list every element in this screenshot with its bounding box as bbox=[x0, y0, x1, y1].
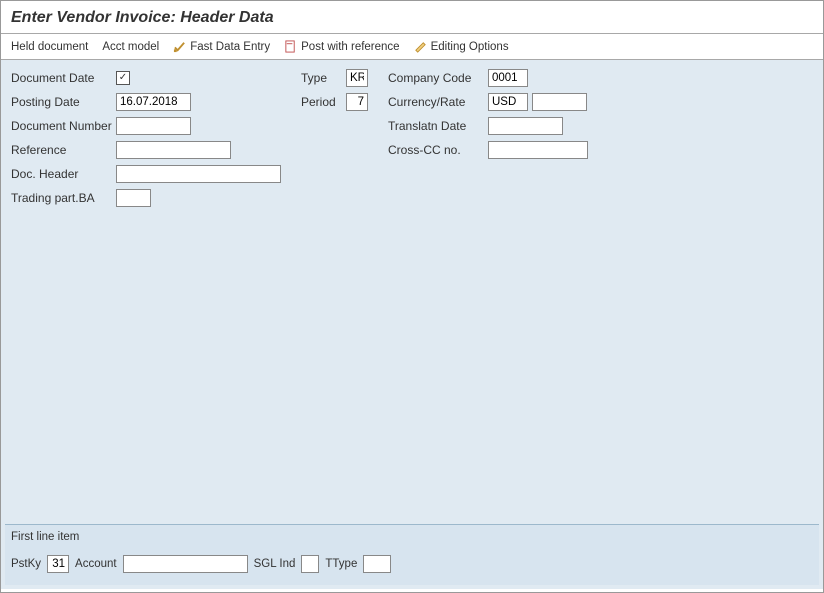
type-label: Type bbox=[301, 71, 346, 85]
company-code-input[interactable] bbox=[488, 69, 528, 87]
pstky-label: PstKy bbox=[11, 558, 41, 570]
post-with-reference-button[interactable]: Post with reference bbox=[284, 40, 399, 53]
account-label: Account bbox=[75, 558, 117, 570]
pstky-input[interactable] bbox=[47, 555, 69, 573]
pencil-check-icon bbox=[173, 40, 186, 53]
period-label: Period bbox=[301, 95, 346, 109]
type-input[interactable] bbox=[346, 69, 368, 87]
first-line-item-title: First line item bbox=[11, 529, 813, 549]
sgl-ind-input[interactable] bbox=[301, 555, 319, 573]
doc-header-label: Doc. Header bbox=[11, 167, 116, 181]
document-icon bbox=[284, 40, 297, 53]
trading-part-ba-input[interactable] bbox=[116, 189, 151, 207]
doc-header-input[interactable] bbox=[116, 165, 281, 183]
cross-cc-label: Cross-CC no. bbox=[388, 143, 488, 157]
document-date-checkbox[interactable]: ✓ bbox=[116, 71, 130, 85]
ttype-input[interactable] bbox=[363, 555, 391, 573]
period-input[interactable] bbox=[346, 93, 368, 111]
post-with-reference-label: Post with reference bbox=[301, 41, 399, 53]
document-number-label: Document Number bbox=[11, 119, 116, 133]
fast-data-entry-label: Fast Data Entry bbox=[190, 41, 270, 53]
document-number-input[interactable] bbox=[116, 117, 191, 135]
first-line-item-section: First line item PstKy Account SGL Ind TT… bbox=[5, 524, 819, 585]
account-input[interactable] bbox=[123, 555, 248, 573]
posting-date-label: Posting Date bbox=[11, 95, 116, 109]
translatn-date-input[interactable] bbox=[488, 117, 563, 135]
pencil-icon bbox=[414, 40, 427, 53]
document-date-label: Document Date bbox=[11, 71, 116, 85]
currency-rate-label: Currency/Rate bbox=[388, 95, 488, 109]
translatn-date-label: Translatn Date bbox=[388, 119, 488, 133]
currency-input[interactable] bbox=[488, 93, 528, 111]
ttype-label: TType bbox=[325, 558, 357, 570]
fast-data-entry-button[interactable]: Fast Data Entry bbox=[173, 40, 270, 53]
held-document-button[interactable]: Held document bbox=[11, 41, 88, 53]
editing-options-label: Editing Options bbox=[431, 41, 509, 53]
acct-model-button[interactable]: Acct model bbox=[102, 41, 159, 53]
trading-part-ba-label: Trading part.BA bbox=[11, 191, 116, 205]
page-title: Enter Vendor Invoice: Header Data bbox=[1, 1, 823, 34]
rate-input[interactable] bbox=[532, 93, 587, 111]
cross-cc-input[interactable] bbox=[488, 141, 588, 159]
posting-date-input[interactable] bbox=[116, 93, 191, 111]
sgl-ind-label: SGL Ind bbox=[254, 558, 296, 570]
company-code-label: Company Code bbox=[388, 71, 488, 85]
toolbar: Held document Acct model Fast Data Entry… bbox=[1, 34, 823, 60]
editing-options-button[interactable]: Editing Options bbox=[414, 40, 509, 53]
reference-label: Reference bbox=[11, 143, 116, 157]
reference-input[interactable] bbox=[116, 141, 231, 159]
